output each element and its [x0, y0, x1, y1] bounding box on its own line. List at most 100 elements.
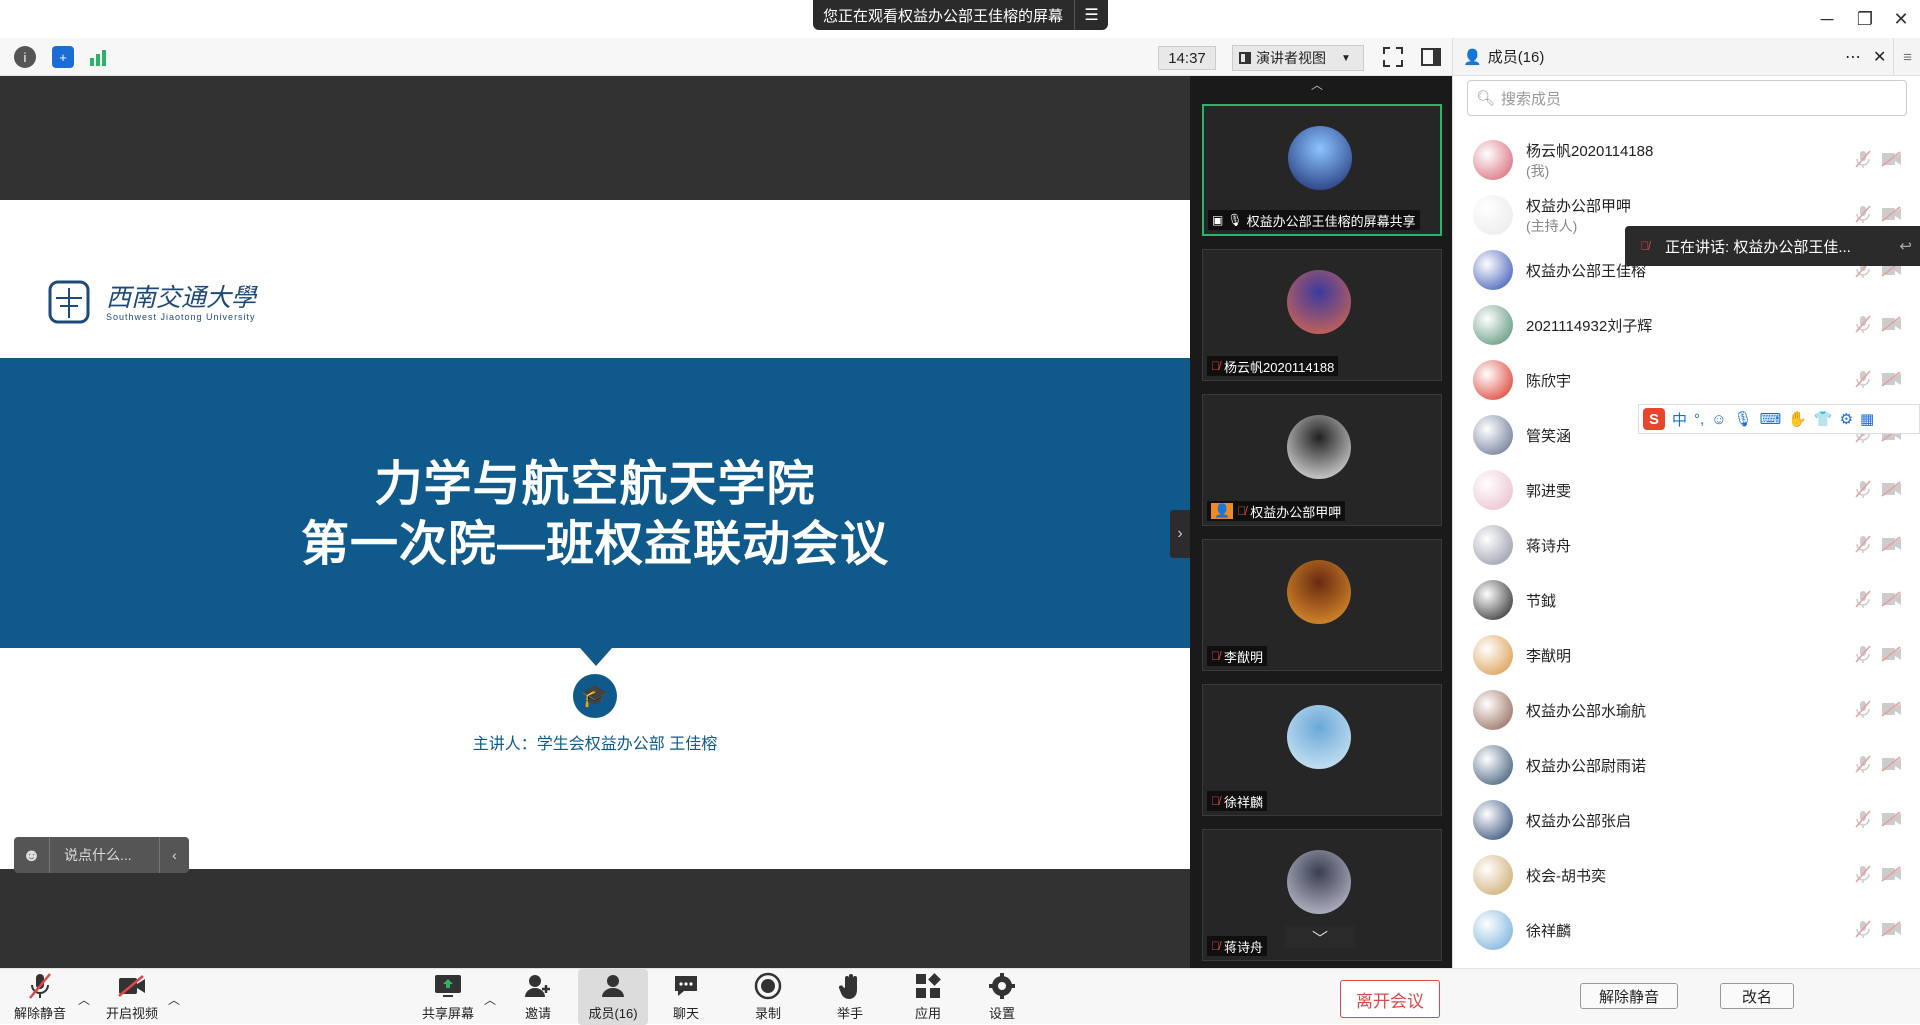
emoji-icon[interactable]: ☻ [14, 837, 50, 873]
mic-muted-icon[interactable] [1853, 919, 1873, 939]
gallery-tile[interactable]: 🎙̸ 蒋诗舟 ﹀ [1202, 829, 1442, 961]
rename-button[interactable]: 改名 [1720, 983, 1794, 1009]
start-video-button[interactable]: 开启视频 [100, 969, 164, 1025]
member-row[interactable]: 蒋诗舟 [1453, 517, 1920, 572]
signal-icon[interactable] [88, 48, 110, 66]
unmute-all-button[interactable]: 解除静音 [1580, 983, 1678, 1009]
emoji-icon[interactable]: ☺ [1711, 411, 1726, 428]
video-off-icon[interactable] [1881, 536, 1903, 552]
member-row[interactable]: 权益办公部水瑜航 [1453, 682, 1920, 737]
avatar [1473, 250, 1513, 290]
settings-icon[interactable]: ⚙ [1840, 410, 1853, 428]
video-off-icon[interactable] [1881, 646, 1903, 662]
member-row[interactable]: 杨云帆2020114188 (我) [1453, 132, 1920, 187]
video-off-icon[interactable] [1881, 206, 1903, 222]
member-search-input[interactable]: 🔍︎ 搜索成员 [1467, 80, 1907, 116]
mic-muted-icon[interactable] [1853, 534, 1873, 554]
mic-muted-icon[interactable] [1853, 369, 1873, 389]
mic-muted-icon[interactable] [1853, 809, 1873, 829]
member-row[interactable]: 李猷明 [1453, 627, 1920, 682]
chevron-up-icon[interactable]: ︿ [78, 991, 90, 1008]
mic-muted-icon[interactable] [1853, 149, 1873, 169]
gallery-tile[interactable]: 🎙̸ 杨云帆2020114188 [1202, 249, 1442, 381]
quick-chat-input[interactable]: ☻ 说点什么... ‹ [14, 837, 189, 873]
member-row[interactable]: 陈欣宇 [1453, 352, 1920, 407]
member-row[interactable]: 权益办公部尉雨诺 [1453, 737, 1920, 792]
ime-punct[interactable]: °, [1694, 411, 1704, 428]
undo-icon[interactable]: ↩ [1899, 237, 1912, 255]
banner-menu-icon[interactable]: ☰ [1074, 0, 1108, 30]
member-row[interactable]: 权益办公部张启 [1453, 792, 1920, 847]
input-method-bar[interactable]: S 中 °, ☺ 🎙 ⌨ ✋ 👕 ⚙ ▦ [1638, 404, 1920, 434]
shared-screen-stage: 西南交通大學 Southwest Jiaotong University 力学与… [0, 76, 1190, 968]
avatar [1473, 745, 1513, 785]
video-off-icon[interactable] [1881, 921, 1903, 937]
member-row[interactable]: 徐祥麟 [1453, 902, 1920, 957]
chat-button[interactable]: 聊天 [654, 969, 718, 1025]
gallery-tile[interactable]: 🎙̸ 徐祥麟 [1202, 684, 1442, 816]
members-button[interactable]: 成员(16) [578, 969, 648, 1025]
settings-button[interactable]: 设置 [970, 969, 1034, 1025]
member-row[interactable]: 郭进雯 [1453, 462, 1920, 517]
video-off-icon[interactable] [1881, 371, 1903, 387]
mic-muted-icon[interactable] [1853, 644, 1873, 664]
chevron-up-icon[interactable]: ︿ [484, 991, 496, 1008]
mic-muted-icon[interactable] [1853, 314, 1873, 334]
video-off-icon[interactable] [1881, 701, 1903, 717]
info-icon[interactable]: i [14, 46, 36, 68]
video-off-icon[interactable] [1881, 316, 1903, 332]
skin-icon[interactable]: 👕 [1814, 410, 1833, 428]
raise-hand-button[interactable]: 举手 [818, 969, 882, 1025]
mic-muted-icon[interactable] [1853, 754, 1873, 774]
avatar [1473, 360, 1513, 400]
close-panel-icon[interactable]: ✕ [1873, 47, 1886, 67]
video-off-icon[interactable] [1881, 151, 1903, 167]
panel-menu-icon[interactable]: ≡ [1893, 38, 1920, 76]
tools-icon[interactable]: ✋ [1788, 410, 1807, 428]
member-row[interactable]: 节鉞 [1453, 572, 1920, 627]
shield-icon[interactable]: + [52, 46, 74, 68]
share-screen-button[interactable]: 共享屏幕 [416, 969, 480, 1025]
ime-lang[interactable]: 中 [1672, 409, 1687, 430]
restore-icon[interactable]: ❐ [1850, 6, 1880, 32]
member-row[interactable]: 校会-胡书奕 [1453, 847, 1920, 902]
gallery-tile[interactable]: 🎙̸ 李猷明 [1202, 539, 1442, 671]
video-off-icon[interactable] [1881, 481, 1903, 497]
apps-button[interactable]: 应用 [896, 969, 960, 1025]
video-off-icon[interactable] [1881, 756, 1903, 772]
video-off-icon[interactable] [1881, 811, 1903, 827]
minimize-icon[interactable]: ─ [1812, 6, 1842, 32]
view-mode-select[interactable]: 演讲者视图 ▼ [1232, 45, 1364, 71]
chevron-up-icon[interactable]: ︿ [168, 991, 180, 1008]
keyboard-icon[interactable]: ⌨ [1760, 410, 1782, 428]
fullscreen-icon[interactable] [1382, 46, 1404, 68]
more-icon[interactable]: ⋯ [1845, 47, 1861, 67]
chevron-down-icon[interactable]: ﹀ [1285, 926, 1355, 948]
grid-icon[interactable]: ▦ [1860, 410, 1874, 428]
mic-muted-icon[interactable] [1853, 204, 1873, 224]
mic-muted-icon[interactable] [1853, 479, 1873, 499]
leave-meeting-button[interactable]: 离开会议 [1340, 980, 1440, 1018]
mic-muted-icon[interactable] [1853, 699, 1873, 719]
close-window-icon[interactable]: ✕ [1886, 6, 1916, 32]
apps-icon [913, 971, 943, 1001]
record-button[interactable]: 录制 [736, 969, 800, 1025]
mic-muted-icon[interactable] [1853, 589, 1873, 609]
side-panel-toggle-icon[interactable] [1420, 46, 1442, 68]
mic-muted-icon[interactable] [1853, 864, 1873, 884]
mic-muted-icon: 🎙̸ [1640, 239, 1650, 253]
tile-name: 杨云帆2020114188 [1224, 359, 1335, 375]
video-off-icon[interactable] [1881, 591, 1903, 607]
gallery-collapse-button[interactable]: › [1170, 510, 1190, 558]
gallery-tile[interactable]: 👤 🎙̸ 权益办公部甲呷 [1202, 394, 1442, 526]
gallery-tile[interactable]: ▣ 🎙 权益办公部王佳榕的屏幕共享 [1202, 104, 1442, 236]
unmute-button[interactable]: 解除静音 [8, 969, 72, 1025]
member-row[interactable]: 2021114932刘子辉 [1453, 297, 1920, 352]
tile-name: 徐祥麟 [1224, 794, 1264, 810]
video-off-icon[interactable] [1881, 866, 1903, 882]
voice-icon[interactable]: 🎙 [1734, 410, 1753, 428]
chevron-up-icon[interactable]: ︿ [1311, 76, 1331, 92]
chevron-left-icon[interactable]: ‹ [159, 837, 189, 873]
invite-button[interactable]: 邀请 [506, 969, 570, 1025]
host-icon: 👤 [1211, 503, 1234, 519]
